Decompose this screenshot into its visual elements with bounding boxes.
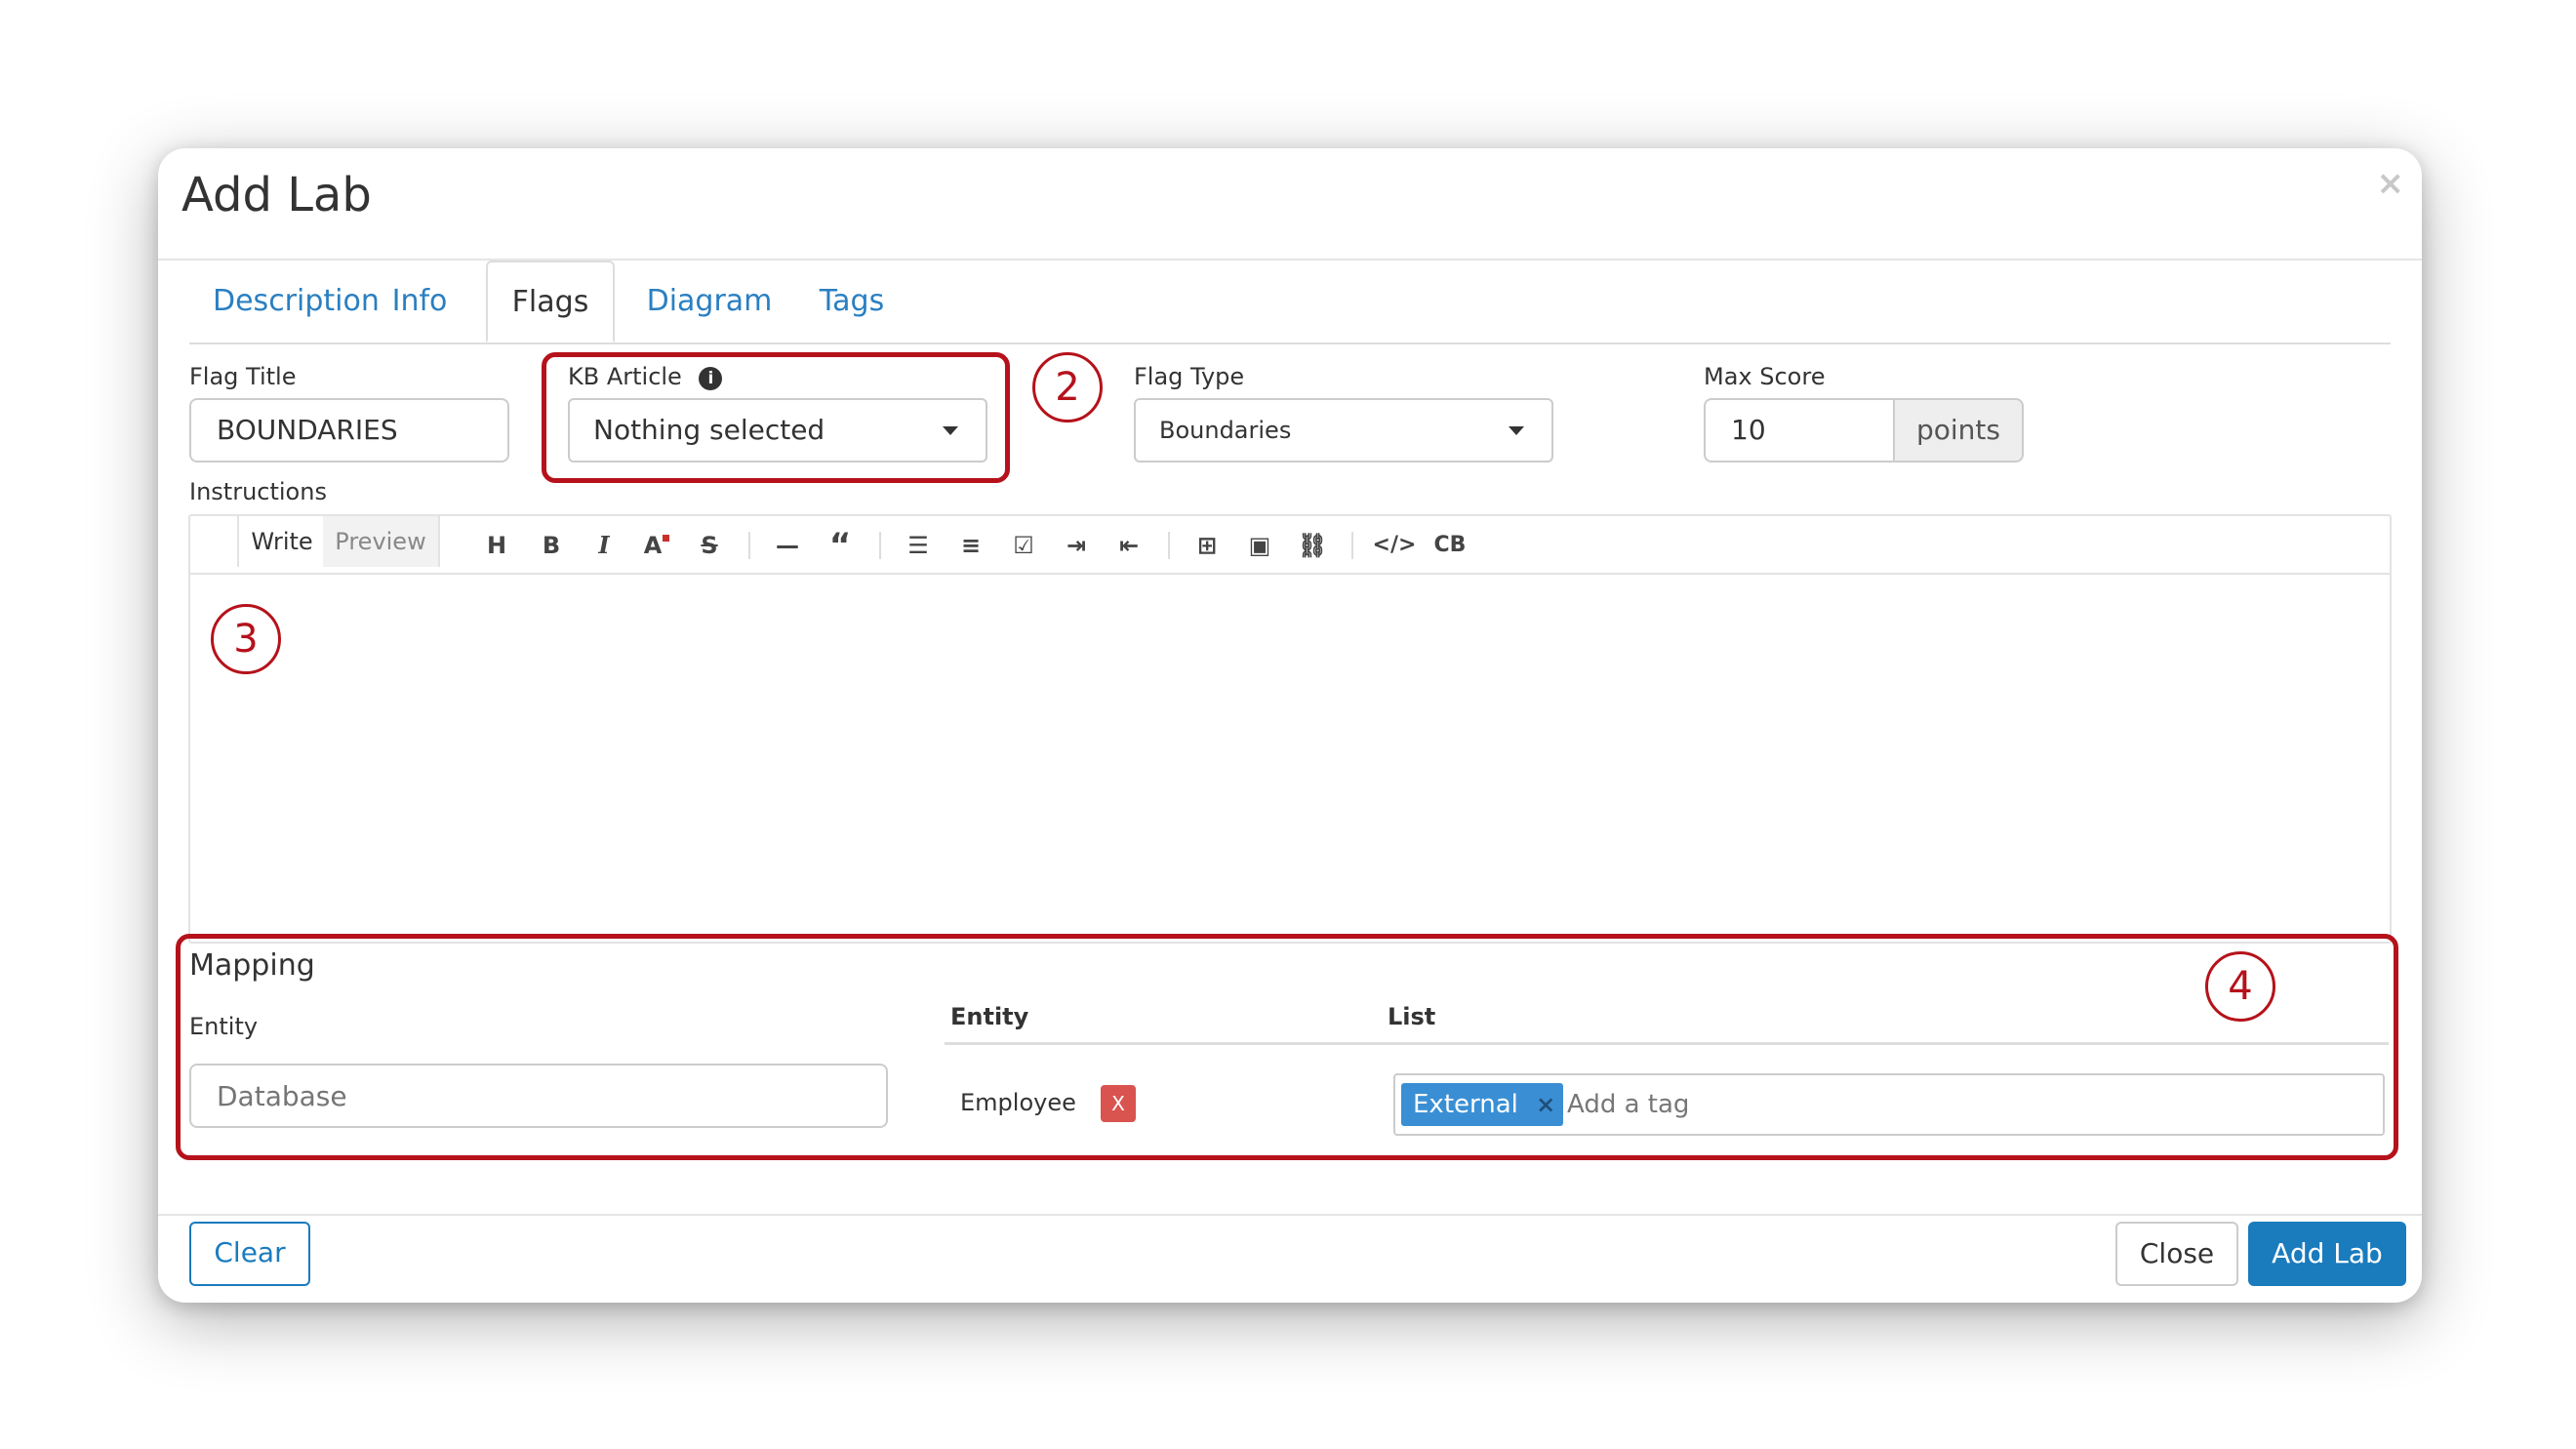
text-color-glyph: A	[643, 532, 663, 559]
outdent-icon[interactable]: ⇤	[1109, 526, 1148, 565]
instructions-label: Instructions	[189, 478, 327, 505]
tab-info[interactable]: Info	[384, 261, 455, 342]
points-addon: points	[1895, 398, 2024, 463]
horizontal-rule-icon[interactable]: —	[768, 526, 807, 565]
mapping-title: Mapping	[189, 948, 315, 983]
toolbar-divider	[879, 532, 881, 559]
flag-type-select[interactable]: Boundaries	[1134, 398, 1553, 463]
editor-toolbar: Write Preview H B I A S — “ ☰ ≡ ☑ ⇥ ⇤ ⊞ …	[190, 516, 2390, 575]
instructions-editor: Write Preview H B I A S — “ ☰ ≡ ☑ ⇥ ⇤ ⊞ …	[188, 514, 2392, 944]
chevron-down-icon	[943, 426, 958, 435]
chevron-down-icon	[1509, 426, 1524, 435]
flag-title-label: Flag Title	[189, 363, 297, 390]
tag-placeholder: Add a tag	[1567, 1090, 1690, 1119]
tag-label: External	[1413, 1090, 1518, 1119]
bold-icon[interactable]: B	[532, 526, 571, 565]
quote-icon[interactable]: “	[821, 526, 860, 565]
flag-type-selected: Boundaries	[1159, 417, 1292, 444]
preview-tab[interactable]: Preview	[323, 516, 440, 567]
tab-bar: Description Info Flags Diagram Tags	[189, 261, 2391, 344]
flag-type-label: Flag Type	[1134, 363, 1245, 390]
tab-tags[interactable]: Tags	[808, 261, 896, 342]
text-color-icon[interactable]: A	[637, 526, 676, 565]
code-icon[interactable]: </>	[1367, 526, 1422, 565]
color-dot	[663, 535, 670, 542]
footer-divider	[158, 1214, 2422, 1216]
write-tab[interactable]: Write	[237, 516, 327, 567]
italic-icon[interactable]: I	[584, 526, 624, 565]
info-icon: i	[699, 367, 723, 390]
modal-header: Add Lab ×	[158, 148, 2422, 261]
heading-icon[interactable]: H	[477, 526, 516, 565]
annotation-2: 2	[1032, 352, 1103, 423]
kb-article-label: KB Article i	[568, 363, 723, 390]
task-list-icon[interactable]: ☑	[1004, 526, 1043, 565]
link-icon[interactable]: ⛓	[1293, 526, 1332, 565]
kb-article-selected: Nothing selected	[593, 414, 825, 446]
toolbar-divider	[748, 532, 750, 559]
entity-input[interactable]	[189, 1064, 888, 1128]
annotation-4: 4	[2205, 951, 2275, 1022]
clear-button[interactable]: Clear	[189, 1222, 310, 1286]
annotation-3: 3	[211, 604, 281, 674]
strikethrough-icon[interactable]: S	[690, 526, 729, 565]
max-score-input[interactable]: 10	[1704, 398, 1895, 463]
kb-article-select[interactable]: Nothing selected	[568, 398, 987, 463]
image-icon[interactable]: ▣	[1240, 526, 1279, 565]
mapping-entity-label: Entity	[189, 1013, 259, 1040]
kb-article-label-text: KB Article	[568, 363, 682, 390]
row-entity: Employee	[960, 1089, 1076, 1116]
column-header-entity: Entity	[950, 1003, 1029, 1030]
flag-title-input[interactable]: BOUNDARIES	[189, 398, 509, 463]
modal-title: Add Lab	[181, 168, 372, 222]
numbered-list-icon[interactable]: ≡	[951, 526, 990, 565]
table-icon[interactable]: ⊞	[1187, 526, 1227, 565]
tab-diagram[interactable]: Diagram	[638, 261, 781, 342]
tag-input[interactable]: External × Add a tag	[1393, 1073, 2385, 1136]
indent-icon[interactable]: ⇥	[1057, 526, 1096, 565]
bullet-list-icon[interactable]: ☰	[899, 526, 938, 565]
add-lab-button[interactable]: Add Lab	[2248, 1222, 2406, 1286]
tab-flags[interactable]: Flags	[486, 261, 615, 342]
code-block-icon[interactable]: CB	[1426, 526, 1474, 565]
close-icon[interactable]: ×	[2377, 164, 2405, 203]
remove-row-button[interactable]: X	[1101, 1085, 1136, 1122]
column-header-list: List	[1388, 1003, 1436, 1030]
tag-chip: External ×	[1401, 1083, 1564, 1126]
tag-remove-icon[interactable]: ×	[1536, 1091, 1555, 1118]
add-lab-modal: Add Lab × Description Info Flags Diagram…	[158, 148, 2422, 1303]
max-score-label: Max Score	[1704, 363, 1826, 390]
toolbar-divider	[1168, 532, 1170, 559]
toolbar-divider	[1351, 532, 1353, 559]
tab-description[interactable]: Description	[213, 261, 380, 342]
instructions-textarea[interactable]	[190, 575, 2390, 940]
close-button[interactable]: Close	[2115, 1222, 2238, 1286]
table-header-divider	[945, 1042, 2389, 1045]
